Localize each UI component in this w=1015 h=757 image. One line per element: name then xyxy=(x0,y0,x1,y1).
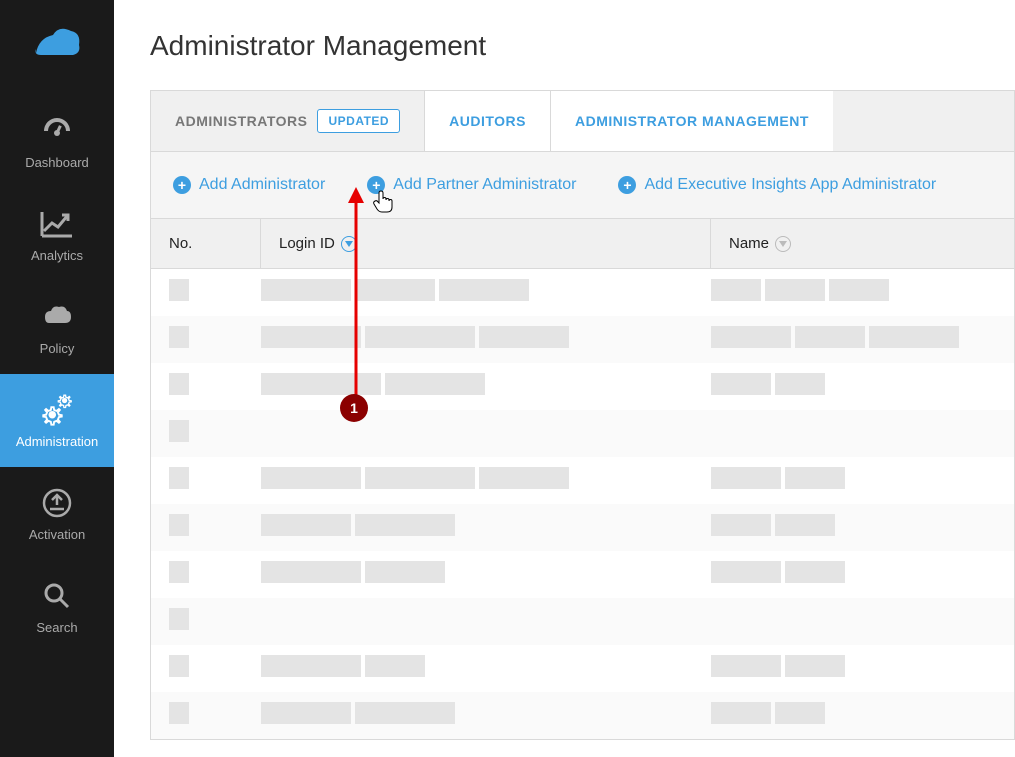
policy-icon xyxy=(39,299,75,335)
table-row[interactable] xyxy=(151,692,1014,739)
updated-badge: UPDATED xyxy=(317,109,400,133)
nav-label: Search xyxy=(36,620,77,635)
table: No. Login ID Name xyxy=(151,218,1014,739)
action-label: Add Administrator xyxy=(199,176,325,194)
table-row[interactable] xyxy=(151,269,1014,316)
action-label: Add Partner Administrator xyxy=(393,176,576,194)
add-executive-insights-admin-link[interactable]: + Add Executive Insights App Administrat… xyxy=(618,176,936,194)
table-header: No. Login ID Name xyxy=(151,218,1014,269)
nav-administration[interactable]: Administration xyxy=(0,374,114,467)
administration-icon xyxy=(39,392,75,428)
table-row[interactable] xyxy=(151,504,1014,551)
content-panel: + Add Administrator + Add Partner Admini… xyxy=(150,151,1015,740)
table-body xyxy=(151,269,1014,739)
logo xyxy=(27,20,87,65)
nav-label: Administration xyxy=(16,434,98,449)
analytics-icon xyxy=(39,206,75,242)
action-bar: + Add Administrator + Add Partner Admini… xyxy=(151,152,1014,218)
column-name[interactable]: Name xyxy=(711,219,1014,268)
action-label: Add Executive Insights App Administrator xyxy=(644,176,936,194)
column-no[interactable]: No. xyxy=(151,219,261,268)
sort-icon xyxy=(341,236,357,252)
tabs: ADMINISTRATORS UPDATED AUDITORS ADMINIST… xyxy=(150,90,1015,151)
tab-label: ADMINISTRATOR MANAGEMENT xyxy=(575,113,809,129)
table-row[interactable] xyxy=(151,410,1014,457)
search-icon xyxy=(39,578,75,614)
table-row[interactable] xyxy=(151,457,1014,504)
add-administrator-link[interactable]: + Add Administrator xyxy=(173,176,325,194)
column-login-id[interactable]: Login ID xyxy=(261,219,711,268)
sort-icon xyxy=(775,236,791,252)
column-label: Name xyxy=(729,235,769,252)
nav-search[interactable]: Search xyxy=(0,560,114,653)
tab-administrators[interactable]: ADMINISTRATORS UPDATED xyxy=(151,91,425,151)
nav-label: Policy xyxy=(40,341,75,356)
main-content: Administrator Management ADMINISTRATORS … xyxy=(114,0,1015,757)
nav-activation[interactable]: Activation xyxy=(0,467,114,560)
dashboard-icon xyxy=(39,113,75,149)
tab-label: ADMINISTRATORS xyxy=(175,113,307,129)
table-row[interactable] xyxy=(151,551,1014,598)
tab-label: AUDITORS xyxy=(449,113,526,129)
plus-icon: + xyxy=(367,176,385,194)
tab-admin-management[interactable]: ADMINISTRATOR MANAGEMENT xyxy=(551,91,833,151)
table-row[interactable] xyxy=(151,598,1014,645)
nav-policy[interactable]: Policy xyxy=(0,281,114,374)
column-label: Login ID xyxy=(279,235,335,252)
table-row[interactable] xyxy=(151,645,1014,692)
table-row[interactable] xyxy=(151,316,1014,363)
sidebar: Dashboard Analytics Policy xyxy=(0,0,114,757)
page-title: Administrator Management xyxy=(150,30,1015,62)
plus-icon: + xyxy=(618,176,636,194)
nav-label: Dashboard xyxy=(25,155,89,170)
column-label: No. xyxy=(169,235,192,252)
tab-auditors[interactable]: AUDITORS xyxy=(425,91,551,151)
nav-label: Analytics xyxy=(31,248,83,263)
plus-icon: + xyxy=(173,176,191,194)
nav-dashboard[interactable]: Dashboard xyxy=(0,95,114,188)
nav-analytics[interactable]: Analytics xyxy=(0,188,114,281)
table-row[interactable] xyxy=(151,363,1014,410)
add-partner-administrator-link[interactable]: + Add Partner Administrator xyxy=(367,176,576,194)
activation-icon xyxy=(39,485,75,521)
nav-label: Activation xyxy=(29,527,85,542)
